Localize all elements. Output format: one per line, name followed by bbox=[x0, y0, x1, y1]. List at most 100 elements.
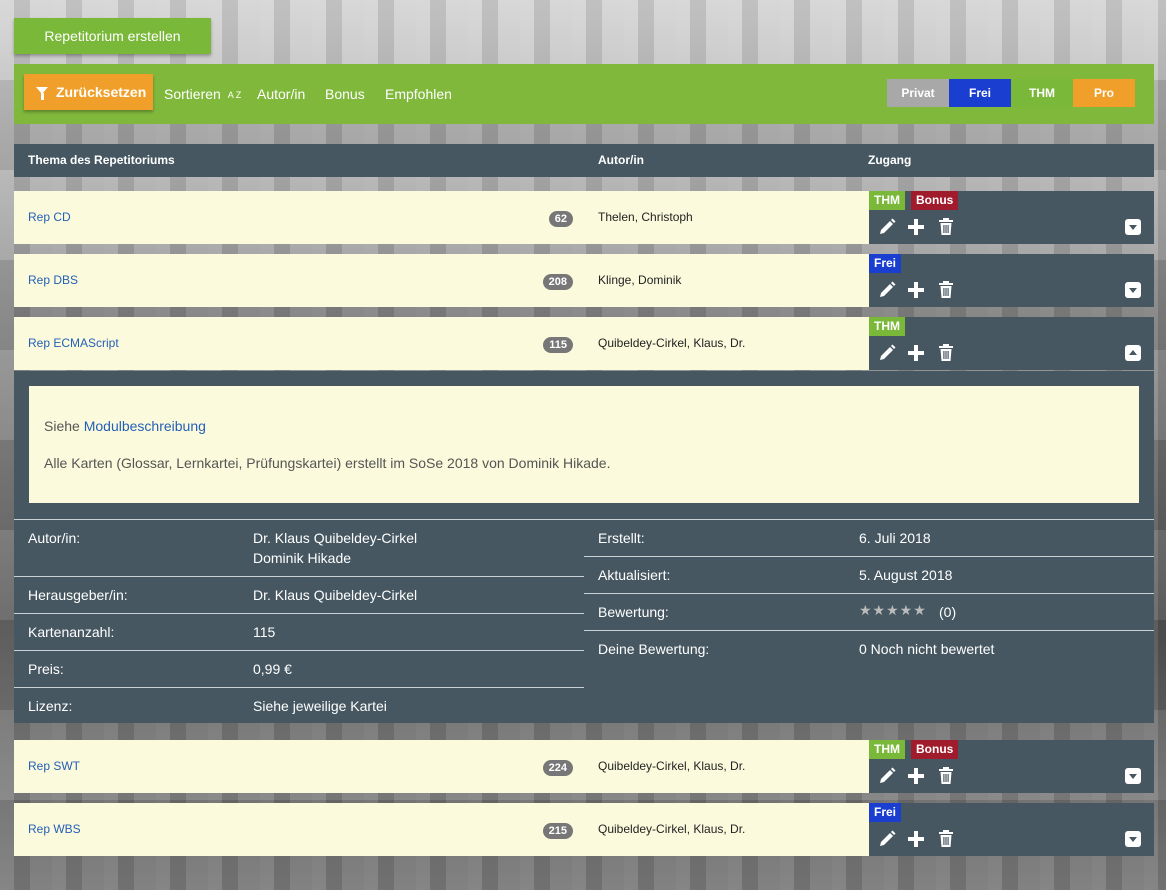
table-row[interactable]: Rep SWT 224 Quibeldey-Cirkel, Klaus, Dr.… bbox=[14, 740, 1154, 793]
description-box: Siehe Modulbeschreibung Alle Karten (Glo… bbox=[29, 386, 1139, 503]
access-badge-frei: Frei bbox=[869, 803, 902, 822]
access-badge-thm: THM bbox=[869, 317, 905, 336]
divider bbox=[14, 576, 584, 577]
card-count-badge: 224 bbox=[542, 760, 573, 776]
expand-caret-down-icon[interactable] bbox=[1123, 766, 1143, 786]
divider bbox=[584, 556, 1154, 557]
access-badge-frei: Frei bbox=[869, 254, 902, 273]
table-row[interactable]: Rep ECMAScript 115 Quibeldey-Cirkel, Kla… bbox=[14, 317, 1154, 370]
table-row[interactable]: Rep WBS 215 Quibeldey-Cirkel, Klaus, Dr.… bbox=[14, 803, 1154, 856]
expand-caret-down-icon[interactable] bbox=[1123, 217, 1143, 237]
sort-button[interactable]: Sortieren A Z bbox=[164, 64, 241, 124]
rating-stars-icon: ★★★★★ bbox=[859, 602, 927, 618]
detail-author-label: Autor/in: bbox=[28, 530, 81, 546]
author-name: Klinge, Dominik bbox=[598, 273, 682, 287]
expand-caret-down-icon[interactable] bbox=[1123, 829, 1143, 849]
access-badge-thm: THM bbox=[869, 740, 905, 759]
access-cell: THM Bonus bbox=[869, 740, 1154, 793]
divider bbox=[14, 519, 584, 520]
access-badge-thm: THM bbox=[869, 191, 905, 210]
column-access[interactable]: Zugang bbox=[868, 144, 911, 177]
add-plus-icon[interactable] bbox=[906, 343, 926, 363]
repetitorium-title-link[interactable]: Rep ECMAScript bbox=[28, 336, 119, 350]
author-name: Quibeldey-Cirkel, Klaus, Dr. bbox=[598, 822, 746, 836]
detail-price-label: Preis: bbox=[28, 661, 64, 677]
access-cell: Frei bbox=[869, 803, 1154, 856]
table-header: Thema des Repetitoriums Autor/in Zugang bbox=[14, 144, 1154, 177]
edit-pencil-icon[interactable] bbox=[877, 343, 897, 363]
divider bbox=[584, 519, 1154, 520]
detail-rating-label: Bewertung: bbox=[598, 604, 669, 620]
detail-cardcount-value: 115 bbox=[253, 624, 276, 640]
add-plus-icon[interactable] bbox=[906, 280, 926, 300]
card-count-badge: 62 bbox=[548, 211, 573, 227]
repetitorium-title-link[interactable]: Rep DBS bbox=[28, 273, 78, 287]
detail-author-value: Dr. Klaus Quibeldey-Cirkel bbox=[253, 530, 418, 546]
author-name: Quibeldey-Cirkel, Klaus, Dr. bbox=[598, 759, 746, 773]
bonus-filter-link[interactable]: Bonus bbox=[325, 64, 365, 124]
author-name: Thelen, Christoph bbox=[598, 210, 693, 224]
recommended-filter-link[interactable]: Empfohlen bbox=[385, 64, 452, 124]
repetitorium-title-link[interactable]: Rep WBS bbox=[28, 822, 81, 836]
detail-editor-value: Dr. Klaus Quibeldey-Cirkel bbox=[253, 587, 418, 603]
description-prefix: Siehe bbox=[44, 418, 80, 434]
filter-pro[interactable]: Pro bbox=[1073, 79, 1135, 107]
row-main: Rep CD 62 Thelen, Christoph bbox=[14, 191, 869, 244]
access-cell: THM Bonus bbox=[869, 191, 1154, 244]
edit-pencil-icon[interactable] bbox=[877, 217, 897, 237]
reset-label: Zurücksetzen bbox=[56, 84, 147, 100]
delete-trash-icon[interactable] bbox=[936, 217, 956, 237]
edit-pencil-icon[interactable] bbox=[877, 766, 897, 786]
repetitorium-title-link[interactable]: Rep CD bbox=[28, 210, 71, 224]
table-row[interactable]: Rep CD 62 Thelen, Christoph THM Bonus bbox=[14, 191, 1154, 244]
access-badge-bonus: Bonus bbox=[911, 740, 959, 759]
create-repetitorium-button[interactable]: Repetitorium erstellen bbox=[14, 18, 211, 54]
filter-icon bbox=[36, 86, 48, 100]
column-topic[interactable]: Thema des Repetitoriums bbox=[28, 144, 175, 177]
repetitorium-title-link[interactable]: Rep SWT bbox=[28, 759, 80, 773]
access-cell: THM bbox=[869, 317, 1154, 370]
row-main: Rep SWT 224 Quibeldey-Cirkel, Klaus, Dr. bbox=[14, 740, 869, 793]
detail-price-value: 0,99 € bbox=[253, 661, 292, 677]
delete-trash-icon[interactable] bbox=[936, 829, 956, 849]
add-plus-icon[interactable] bbox=[906, 829, 926, 849]
filter-privat[interactable]: Privat bbox=[887, 79, 949, 107]
detail-your-rating-value: 0 Noch nicht bewertet bbox=[859, 641, 995, 657]
row-main: Rep WBS 215 Quibeldey-Cirkel, Klaus, Dr. bbox=[14, 803, 869, 856]
author-name: Quibeldey-Cirkel, Klaus, Dr. bbox=[598, 336, 746, 350]
description-line: Siehe Modulbeschreibung bbox=[44, 418, 206, 434]
repetitorium-details: Siehe Modulbeschreibung Alle Karten (Glo… bbox=[14, 371, 1154, 723]
detail-license-label: Lizenz: bbox=[28, 698, 73, 714]
filter-frei[interactable]: Frei bbox=[949, 79, 1011, 107]
card-count-badge: 115 bbox=[543, 337, 573, 353]
author-filter-link[interactable]: Autor/in bbox=[257, 64, 305, 124]
row-main: Rep ECMAScript 115 Quibeldey-Cirkel, Kla… bbox=[14, 317, 869, 370]
edit-pencil-icon[interactable] bbox=[877, 280, 897, 300]
add-plus-icon[interactable] bbox=[906, 217, 926, 237]
reset-button[interactable]: Zurücksetzen bbox=[24, 74, 153, 110]
description-text: Alle Karten (Glossar, Lernkartei, Prüfun… bbox=[44, 455, 611, 471]
add-plus-icon[interactable] bbox=[906, 766, 926, 786]
delete-trash-icon[interactable] bbox=[936, 343, 956, 363]
column-author[interactable]: Autor/in bbox=[598, 144, 644, 177]
detail-license-value: Siehe jeweilige Kartei bbox=[253, 698, 387, 714]
sort-alpha-icon: A Z bbox=[227, 89, 242, 100]
delete-trash-icon[interactable] bbox=[936, 280, 956, 300]
edit-pencil-icon[interactable] bbox=[877, 829, 897, 849]
detail-author-value-2: Dominik Hikade bbox=[253, 550, 352, 566]
collapse-caret-up-icon[interactable] bbox=[1123, 343, 1143, 363]
row-main: Rep DBS 208 Klinge, Dominik bbox=[14, 254, 869, 307]
access-cell: Frei bbox=[869, 254, 1154, 307]
access-badge-bonus: Bonus bbox=[911, 191, 959, 210]
divider bbox=[14, 613, 584, 614]
divider bbox=[14, 650, 584, 651]
divider bbox=[584, 593, 1154, 594]
delete-trash-icon[interactable] bbox=[936, 766, 956, 786]
module-description-link[interactable]: Modulbeschreibung bbox=[84, 418, 206, 434]
table-row[interactable]: Rep DBS 208 Klinge, Dominik Frei bbox=[14, 254, 1154, 307]
card-count-badge: 208 bbox=[542, 274, 573, 290]
card-count-badge: 215 bbox=[542, 823, 573, 839]
sort-label: Sortieren bbox=[164, 86, 221, 102]
filter-thm[interactable]: THM bbox=[1011, 79, 1073, 107]
expand-caret-down-icon[interactable] bbox=[1123, 280, 1143, 300]
